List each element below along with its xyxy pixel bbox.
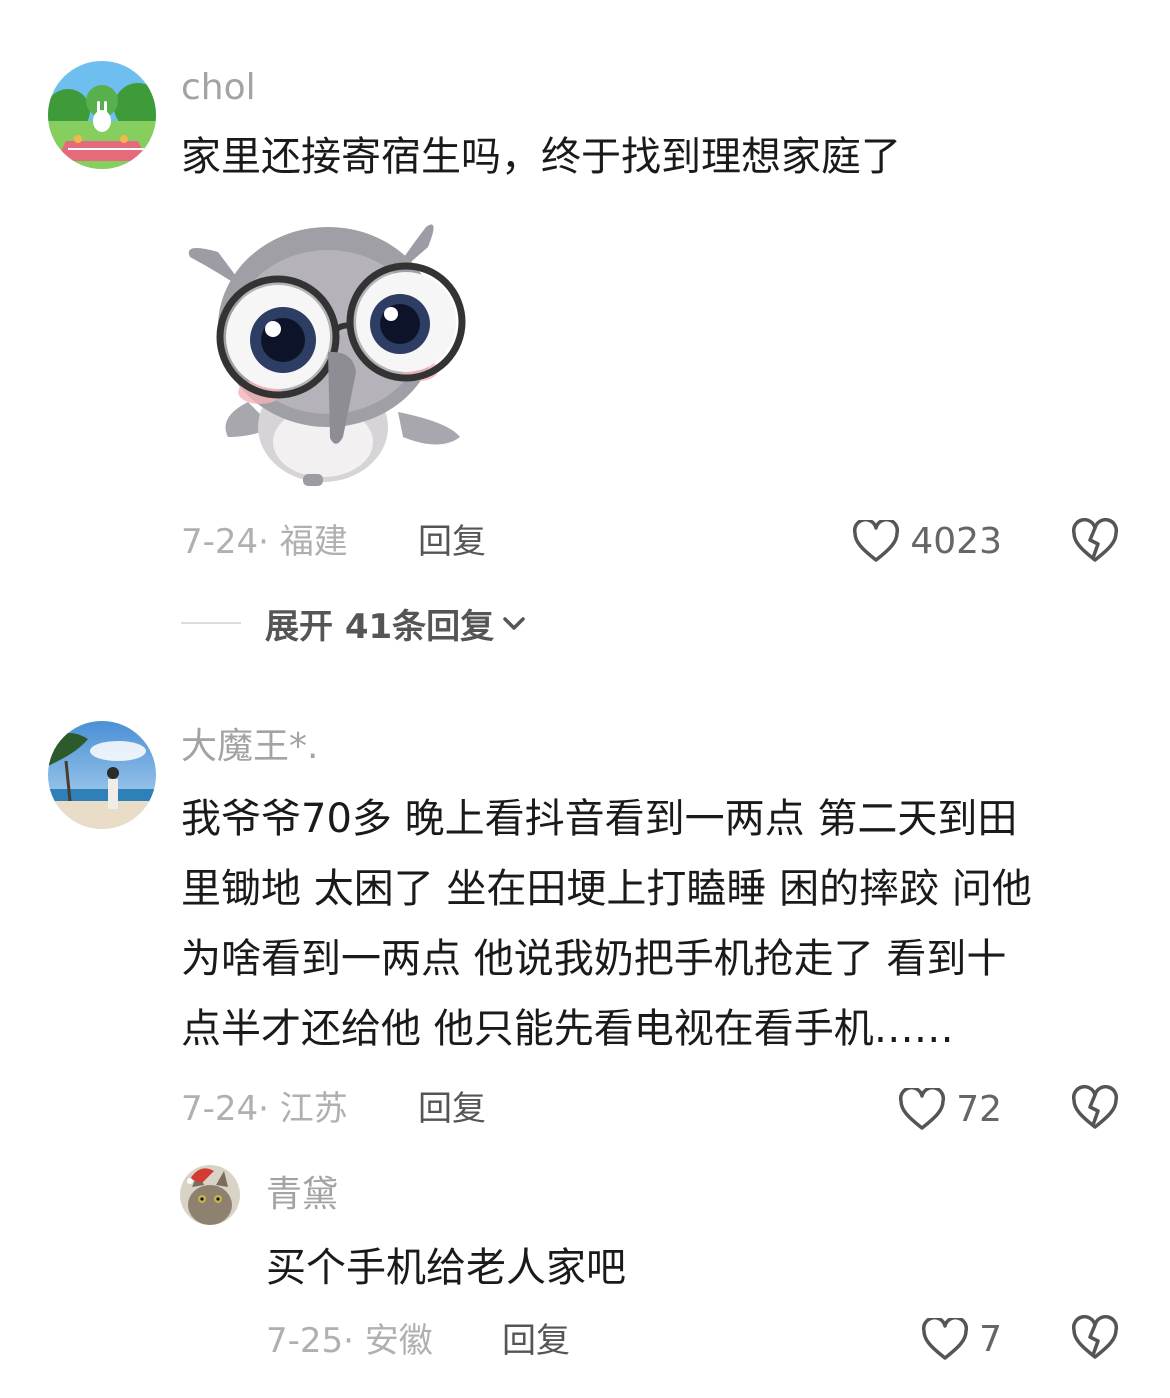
chevron-down-icon xyxy=(503,617,525,630)
reply-button[interactable]: 回复 xyxy=(418,522,486,562)
comment-location: 福建 xyxy=(279,522,348,562)
reply-username[interactable]: 青黛 xyxy=(266,1175,338,1215)
broken-heart-icon xyxy=(1071,1085,1119,1129)
comment-username[interactable]: chol xyxy=(181,68,256,108)
dislike-button[interactable] xyxy=(1071,1315,1119,1365)
like-button[interactable]: 72 xyxy=(830,1083,1002,1137)
comment-meta: 7-24· 福建 xyxy=(181,522,348,562)
heart-outline-icon xyxy=(922,1318,969,1360)
reply-location: 安徽 xyxy=(364,1321,433,1361)
comment-text-line: 点半才还给他 他只能先看电视在看手机…… xyxy=(181,1006,954,1052)
dislike-button[interactable] xyxy=(1071,1085,1119,1135)
reply-date: 7-25 xyxy=(266,1321,344,1361)
expand-replies-button[interactable]: 展开 41条回复 xyxy=(181,603,528,647)
reply-text: 买个手机给老人家吧 xyxy=(266,1245,626,1291)
meta-separator: · xyxy=(343,1321,354,1361)
heart-outline-icon xyxy=(899,1088,946,1130)
broken-heart-icon xyxy=(1071,518,1119,562)
avatar[interactable] xyxy=(180,1165,240,1225)
broken-heart-icon xyxy=(1071,1315,1119,1359)
comment-meta: 7-24· 江苏 xyxy=(181,1089,348,1129)
divider-line xyxy=(181,622,241,624)
comment-date: 7-24 xyxy=(181,522,259,562)
comment-date: 7-24 xyxy=(181,1089,259,1129)
comment-location: 江苏 xyxy=(279,1089,348,1129)
avatar[interactable] xyxy=(48,61,156,169)
like-count: 7 xyxy=(979,1319,1002,1360)
like-count: 4023 xyxy=(910,521,1002,562)
comment-text-line: 里锄地 太困了 坐在田埂上打瞌睡 困的摔跤 问他 xyxy=(181,866,1032,912)
reply-meta: 7-25· 安徽 xyxy=(266,1321,433,1361)
avatar[interactable] xyxy=(48,721,156,829)
sticker-image[interactable] xyxy=(178,212,478,497)
expand-replies-label: 展开 41条回复 xyxy=(265,606,495,647)
meta-separator: · xyxy=(258,1089,269,1129)
like-button[interactable]: 4023 xyxy=(830,515,1002,569)
gray-owl-with-glasses-sticker xyxy=(188,224,466,486)
heart-outline-icon xyxy=(853,520,900,562)
reply-button[interactable]: 回复 xyxy=(418,1089,486,1129)
comment-text: 我爷爷70多 晚上看抖音看到一两点 第二天到田 里锄地 太困了 坐在田埂上打瞌睡… xyxy=(181,784,1032,1064)
dislike-button[interactable] xyxy=(1071,518,1119,568)
meta-separator: · xyxy=(258,522,269,562)
comment-text-line: 我爷爷70多 晚上看抖音看到一两点 第二天到田 xyxy=(181,796,1018,842)
like-button[interactable]: 7 xyxy=(830,1313,1002,1367)
reply-button[interactable]: 回复 xyxy=(502,1321,570,1361)
comment-text: 家里还接寄宿生吗，终于找到理想家庭了 xyxy=(181,134,901,180)
like-count: 72 xyxy=(956,1089,1002,1130)
comment-text-line: 为啥看到一两点 他说我奶把手机抢走了 看到十 xyxy=(181,936,1007,982)
comment-username[interactable]: 大魔王*. xyxy=(181,727,318,767)
